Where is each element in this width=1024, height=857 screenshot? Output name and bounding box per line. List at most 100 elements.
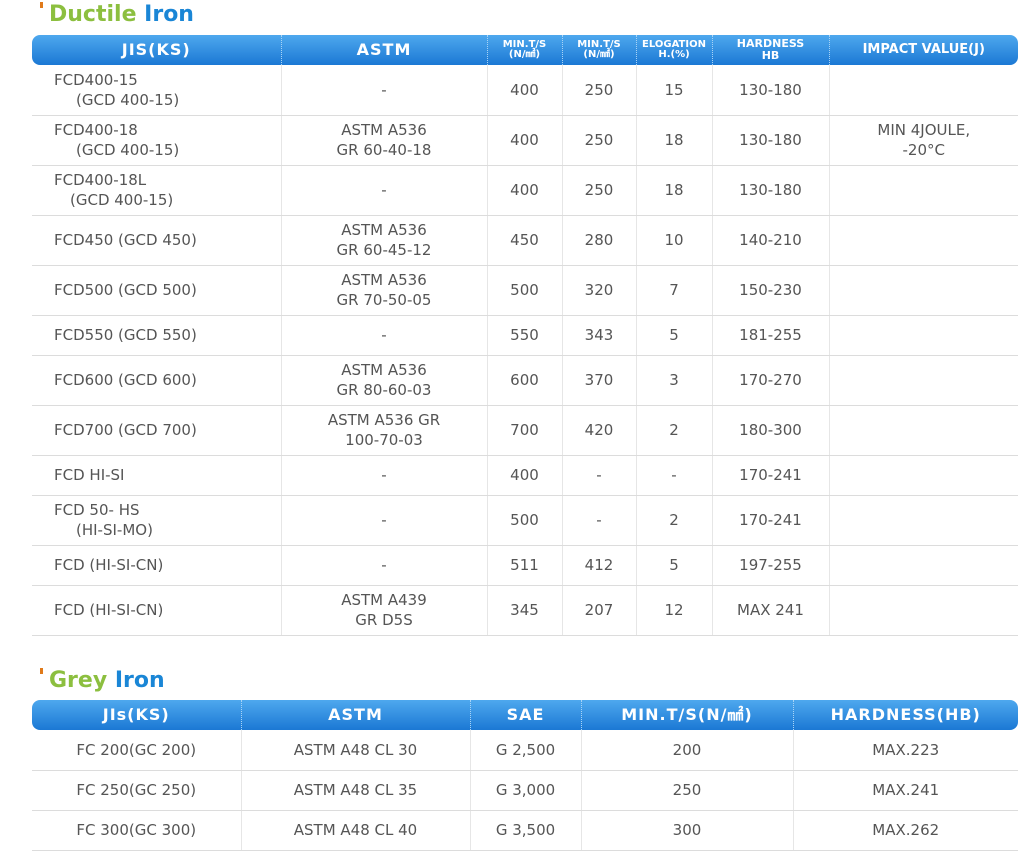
header-jis: JIS(KS) bbox=[32, 35, 281, 65]
min-ts-cell: 300 bbox=[580, 810, 793, 851]
table-row: FCD (HI-SI-CN) ASTM A439 GR D5S 345 207 1… bbox=[32, 585, 1018, 636]
impact-cell bbox=[828, 355, 1018, 406]
impact-cell bbox=[828, 315, 1018, 356]
hardness-cell: 197-255 bbox=[711, 545, 829, 586]
hardness-cell: MAX.262 bbox=[792, 810, 1018, 851]
header-impact: IMPACT VALUE(J) bbox=[828, 35, 1018, 65]
jis-cell: FCD700 (GCD 700) bbox=[32, 405, 281, 456]
min-ts-2-cell: 412 bbox=[561, 545, 636, 586]
elogation-cell: 3 bbox=[635, 355, 712, 406]
astm-cell: ASTM A48 CL 40 bbox=[240, 810, 470, 851]
min-ts-2-cell: 343 bbox=[561, 315, 636, 356]
astm-cell: - bbox=[280, 545, 487, 586]
hardness-cell: MAX.223 bbox=[792, 730, 1018, 771]
table-row: FCD HI-SI - 400 - - 170-241 bbox=[32, 455, 1018, 496]
elogation-cell: 12 bbox=[635, 585, 712, 636]
table-row: FCD 50- HS (HI-SI-MO) - 500 - 2 170-241 bbox=[32, 495, 1018, 546]
jis-cell: FCD400-18L (GCD 400-15) bbox=[32, 165, 281, 216]
header-min-ts-1: MIN.T/S (N/㎟) bbox=[486, 35, 562, 65]
sae-cell: G 3,500 bbox=[469, 810, 581, 851]
elogation-cell: 18 bbox=[635, 115, 712, 166]
min-ts-1-cell: 400 bbox=[486, 115, 562, 166]
header-min-ts-1-label: MIN.T/S bbox=[502, 38, 547, 50]
table-row: FCD550 (GCD 550) - 550 343 5 181-255 bbox=[32, 315, 1018, 356]
jis-cell: FCD400-15 (GCD 400-15) bbox=[32, 65, 281, 116]
impact-cell bbox=[828, 585, 1018, 636]
impact-cell bbox=[828, 165, 1018, 216]
grey-iron-title: Grey Iron bbox=[40, 668, 165, 693]
header-elogation-label: ELOGATION bbox=[642, 38, 706, 50]
min-ts-1-cell: 600 bbox=[486, 355, 562, 406]
min-ts-1-cell: 400 bbox=[486, 455, 562, 496]
header-sae: SAE bbox=[469, 700, 581, 730]
impact-cell bbox=[828, 65, 1018, 116]
hardness-cell: 140-210 bbox=[711, 215, 829, 266]
grey-header-row: JIs(KS) ASTM SAE MIN.T/S(N/㎟) HARDNESS(H… bbox=[32, 700, 1018, 730]
astm-cell: ASTM A536 GR 60-40-18 bbox=[280, 115, 487, 166]
min-ts-2-cell: 320 bbox=[561, 265, 636, 316]
astm-cell: ASTM A439 GR D5S bbox=[280, 585, 487, 636]
hardness-cell: 170-270 bbox=[711, 355, 829, 406]
ductile-title-word1: Ductile bbox=[49, 2, 137, 27]
table-row: FCD700 (GCD 700) ASTM A536 GR 100-70-03 7… bbox=[32, 405, 1018, 456]
table-row: FCD500 (GCD 500) ASTM A536 GR 70-50-05 50… bbox=[32, 265, 1018, 316]
jis-cell: FCD 50- HS (HI-SI-MO) bbox=[32, 495, 281, 546]
sae-cell: G 2,500 bbox=[469, 730, 581, 771]
jis-cell: FCD (HI-SI-CN) bbox=[32, 585, 281, 636]
elogation-cell: 10 bbox=[635, 215, 712, 266]
jis-cell: FC 250(GC 250) bbox=[32, 770, 241, 811]
astm-cell: - bbox=[280, 455, 487, 496]
elogation-cell: 18 bbox=[635, 165, 712, 216]
grey-iron-table: JIs(KS) ASTM SAE MIN.T/S(N/㎟) HARDNESS(H… bbox=[32, 700, 1018, 851]
min-ts-1-cell: 550 bbox=[486, 315, 562, 356]
hardness-cell: 150-230 bbox=[711, 265, 829, 316]
table-row: FCD400-18L (GCD 400-15) - 400 250 18 130-… bbox=[32, 165, 1018, 216]
ductile-iron-title: Ductile Iron bbox=[40, 2, 194, 27]
grey-title-word1: Grey bbox=[49, 668, 108, 693]
table-row: FCD600 (GCD 600) ASTM A536 GR 80-60-03 60… bbox=[32, 355, 1018, 406]
min-ts-1-cell: 500 bbox=[486, 495, 562, 546]
impact-cell bbox=[828, 545, 1018, 586]
impact-cell: MIN 4JOULE, -20°C bbox=[828, 115, 1018, 166]
ductile-header-row: JIS(KS) ASTM MIN.T/S (N/㎟) MIN.T/S (N/㎟) E… bbox=[32, 35, 1018, 65]
hardness-cell: 170-241 bbox=[711, 455, 829, 496]
astm-cell: - bbox=[280, 65, 487, 116]
jis-cell: FCD450 (GCD 450) bbox=[32, 215, 281, 266]
impact-cell bbox=[828, 455, 1018, 496]
hardness-cell: MAX.241 bbox=[792, 770, 1018, 811]
sae-cell: G 3,000 bbox=[469, 770, 581, 811]
elogation-cell: 2 bbox=[635, 405, 712, 456]
elogation-cell: - bbox=[635, 455, 712, 496]
table-row: FCD400-15 (GCD 400-15) - 400 250 15 130-1… bbox=[32, 65, 1018, 116]
hardness-cell: 181-255 bbox=[711, 315, 829, 356]
impact-cell bbox=[828, 265, 1018, 316]
min-ts-2-cell: 250 bbox=[561, 65, 636, 116]
header-min-ts-2-unit: (N/㎟) bbox=[583, 49, 615, 60]
header-hardness-unit: HB bbox=[761, 49, 780, 62]
jis-cell: FCD500 (GCD 500) bbox=[32, 265, 281, 316]
header-hardness: HARDNESS(HB) bbox=[792, 700, 1018, 730]
jis-cell: FC 300(GC 300) bbox=[32, 810, 241, 851]
impact-cell bbox=[828, 215, 1018, 266]
astm-cell: ASTM A536 GR 60-45-12 bbox=[280, 215, 487, 266]
header-elogation: ELOGATION H.(%) bbox=[635, 35, 712, 65]
header-min-ts-2: MIN.T/S (N/㎟) bbox=[561, 35, 636, 65]
min-ts-1-cell: 450 bbox=[486, 215, 562, 266]
header-min-ts-2-label: MIN.T/S bbox=[577, 38, 621, 50]
astm-cell: ASTM A536 GR 80-60-03 bbox=[280, 355, 487, 406]
hardness-cell: 130-180 bbox=[711, 165, 829, 216]
astm-cell: - bbox=[280, 495, 487, 546]
table-row: FCD400-18 (GCD 400-15) ASTM A536 GR 60-40-… bbox=[32, 115, 1018, 166]
astm-cell: - bbox=[280, 165, 487, 216]
hardness-cell: 180-300 bbox=[711, 405, 829, 456]
min-ts-1-cell: 500 bbox=[486, 265, 562, 316]
jis-cell: FCD400-18 (GCD 400-15) bbox=[32, 115, 281, 166]
jis-cell: FCD HI-SI bbox=[32, 455, 281, 496]
jis-cell: FCD600 (GCD 600) bbox=[32, 355, 281, 406]
elogation-cell: 2 bbox=[635, 495, 712, 546]
min-ts-2-cell: 207 bbox=[561, 585, 636, 636]
jis-cell: FCD550 (GCD 550) bbox=[32, 315, 281, 356]
elogation-cell: 15 bbox=[635, 65, 712, 116]
grey-title-word2: Iron bbox=[114, 668, 165, 693]
min-ts-1-cell: 400 bbox=[486, 65, 562, 116]
